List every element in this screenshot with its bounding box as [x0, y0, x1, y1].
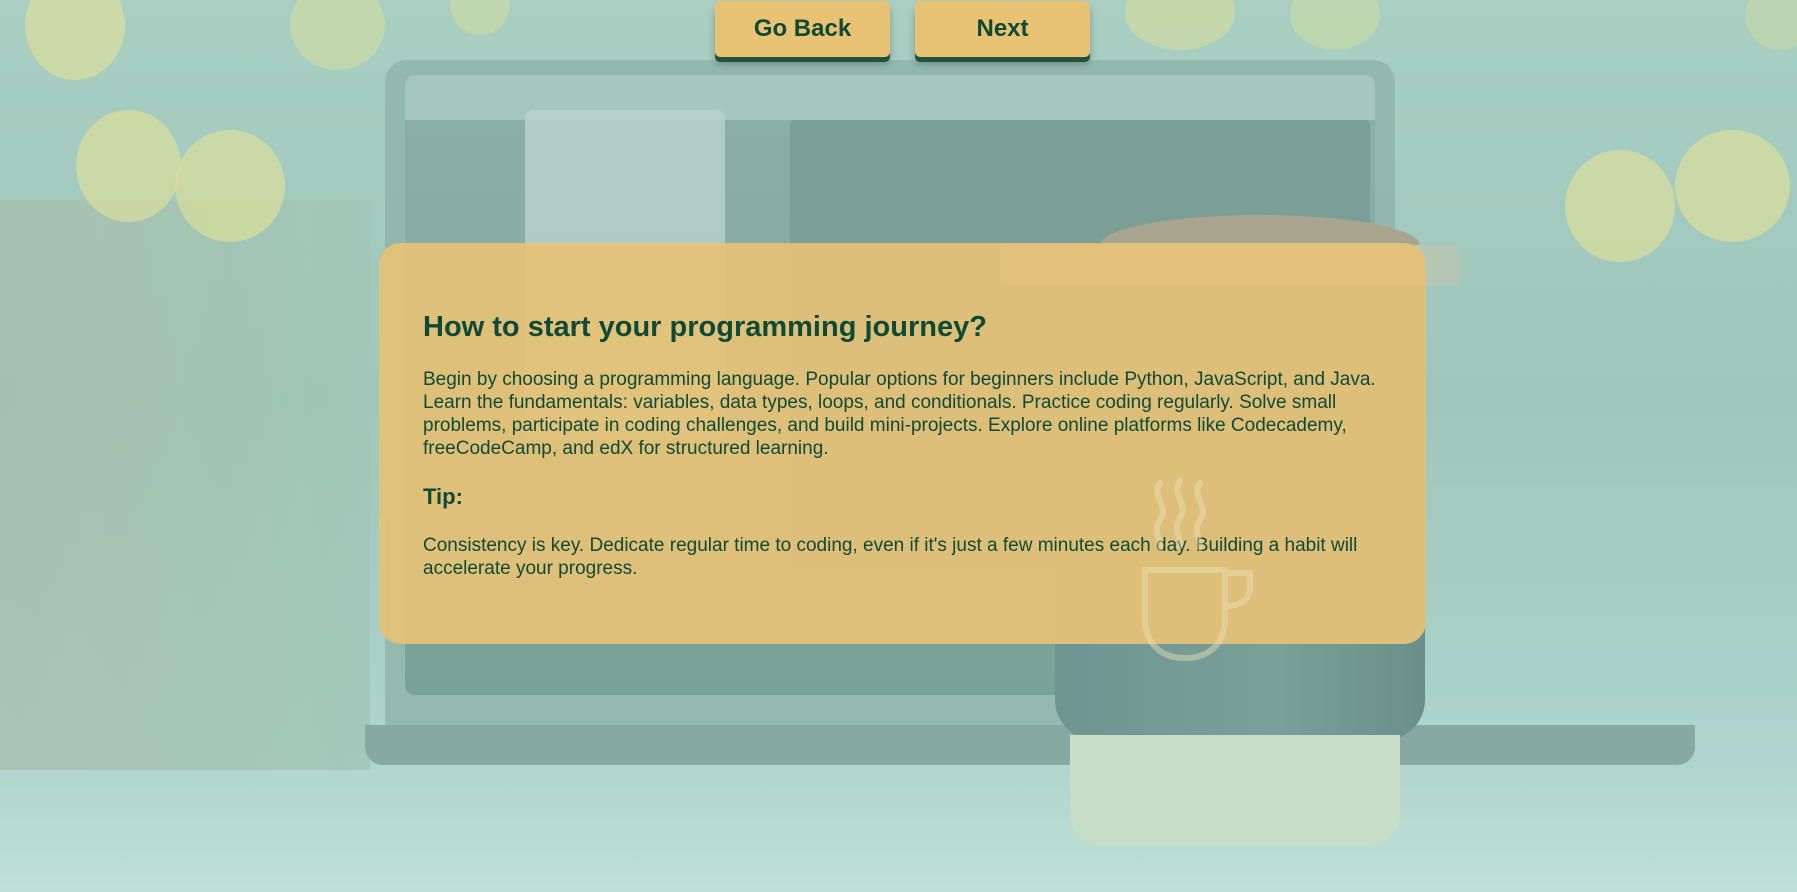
- background-cup-bottom: [1070, 735, 1400, 845]
- card-title: How to start your programming journey?: [423, 311, 987, 343]
- next-button[interactable]: Next: [915, 1, 1090, 57]
- bokeh-light: [1565, 150, 1675, 262]
- bokeh-light: [1675, 130, 1790, 242]
- bokeh-light: [76, 110, 181, 222]
- content-card: How to start your programming journey? B…: [379, 243, 1426, 644]
- coffee-cup-icon: [1142, 478, 1253, 662]
- card-body: Begin by choosing a programming language…: [423, 369, 1376, 459]
- background-table: [0, 770, 1797, 892]
- background-laptop-base: [365, 725, 1695, 765]
- navigation-bar: Go Back Next: [0, 0, 1797, 60]
- bokeh-light: [175, 130, 285, 242]
- go-back-button[interactable]: Go Back: [715, 1, 890, 57]
- page-background: Go Back Next How to start your programmi…: [0, 0, 1797, 892]
